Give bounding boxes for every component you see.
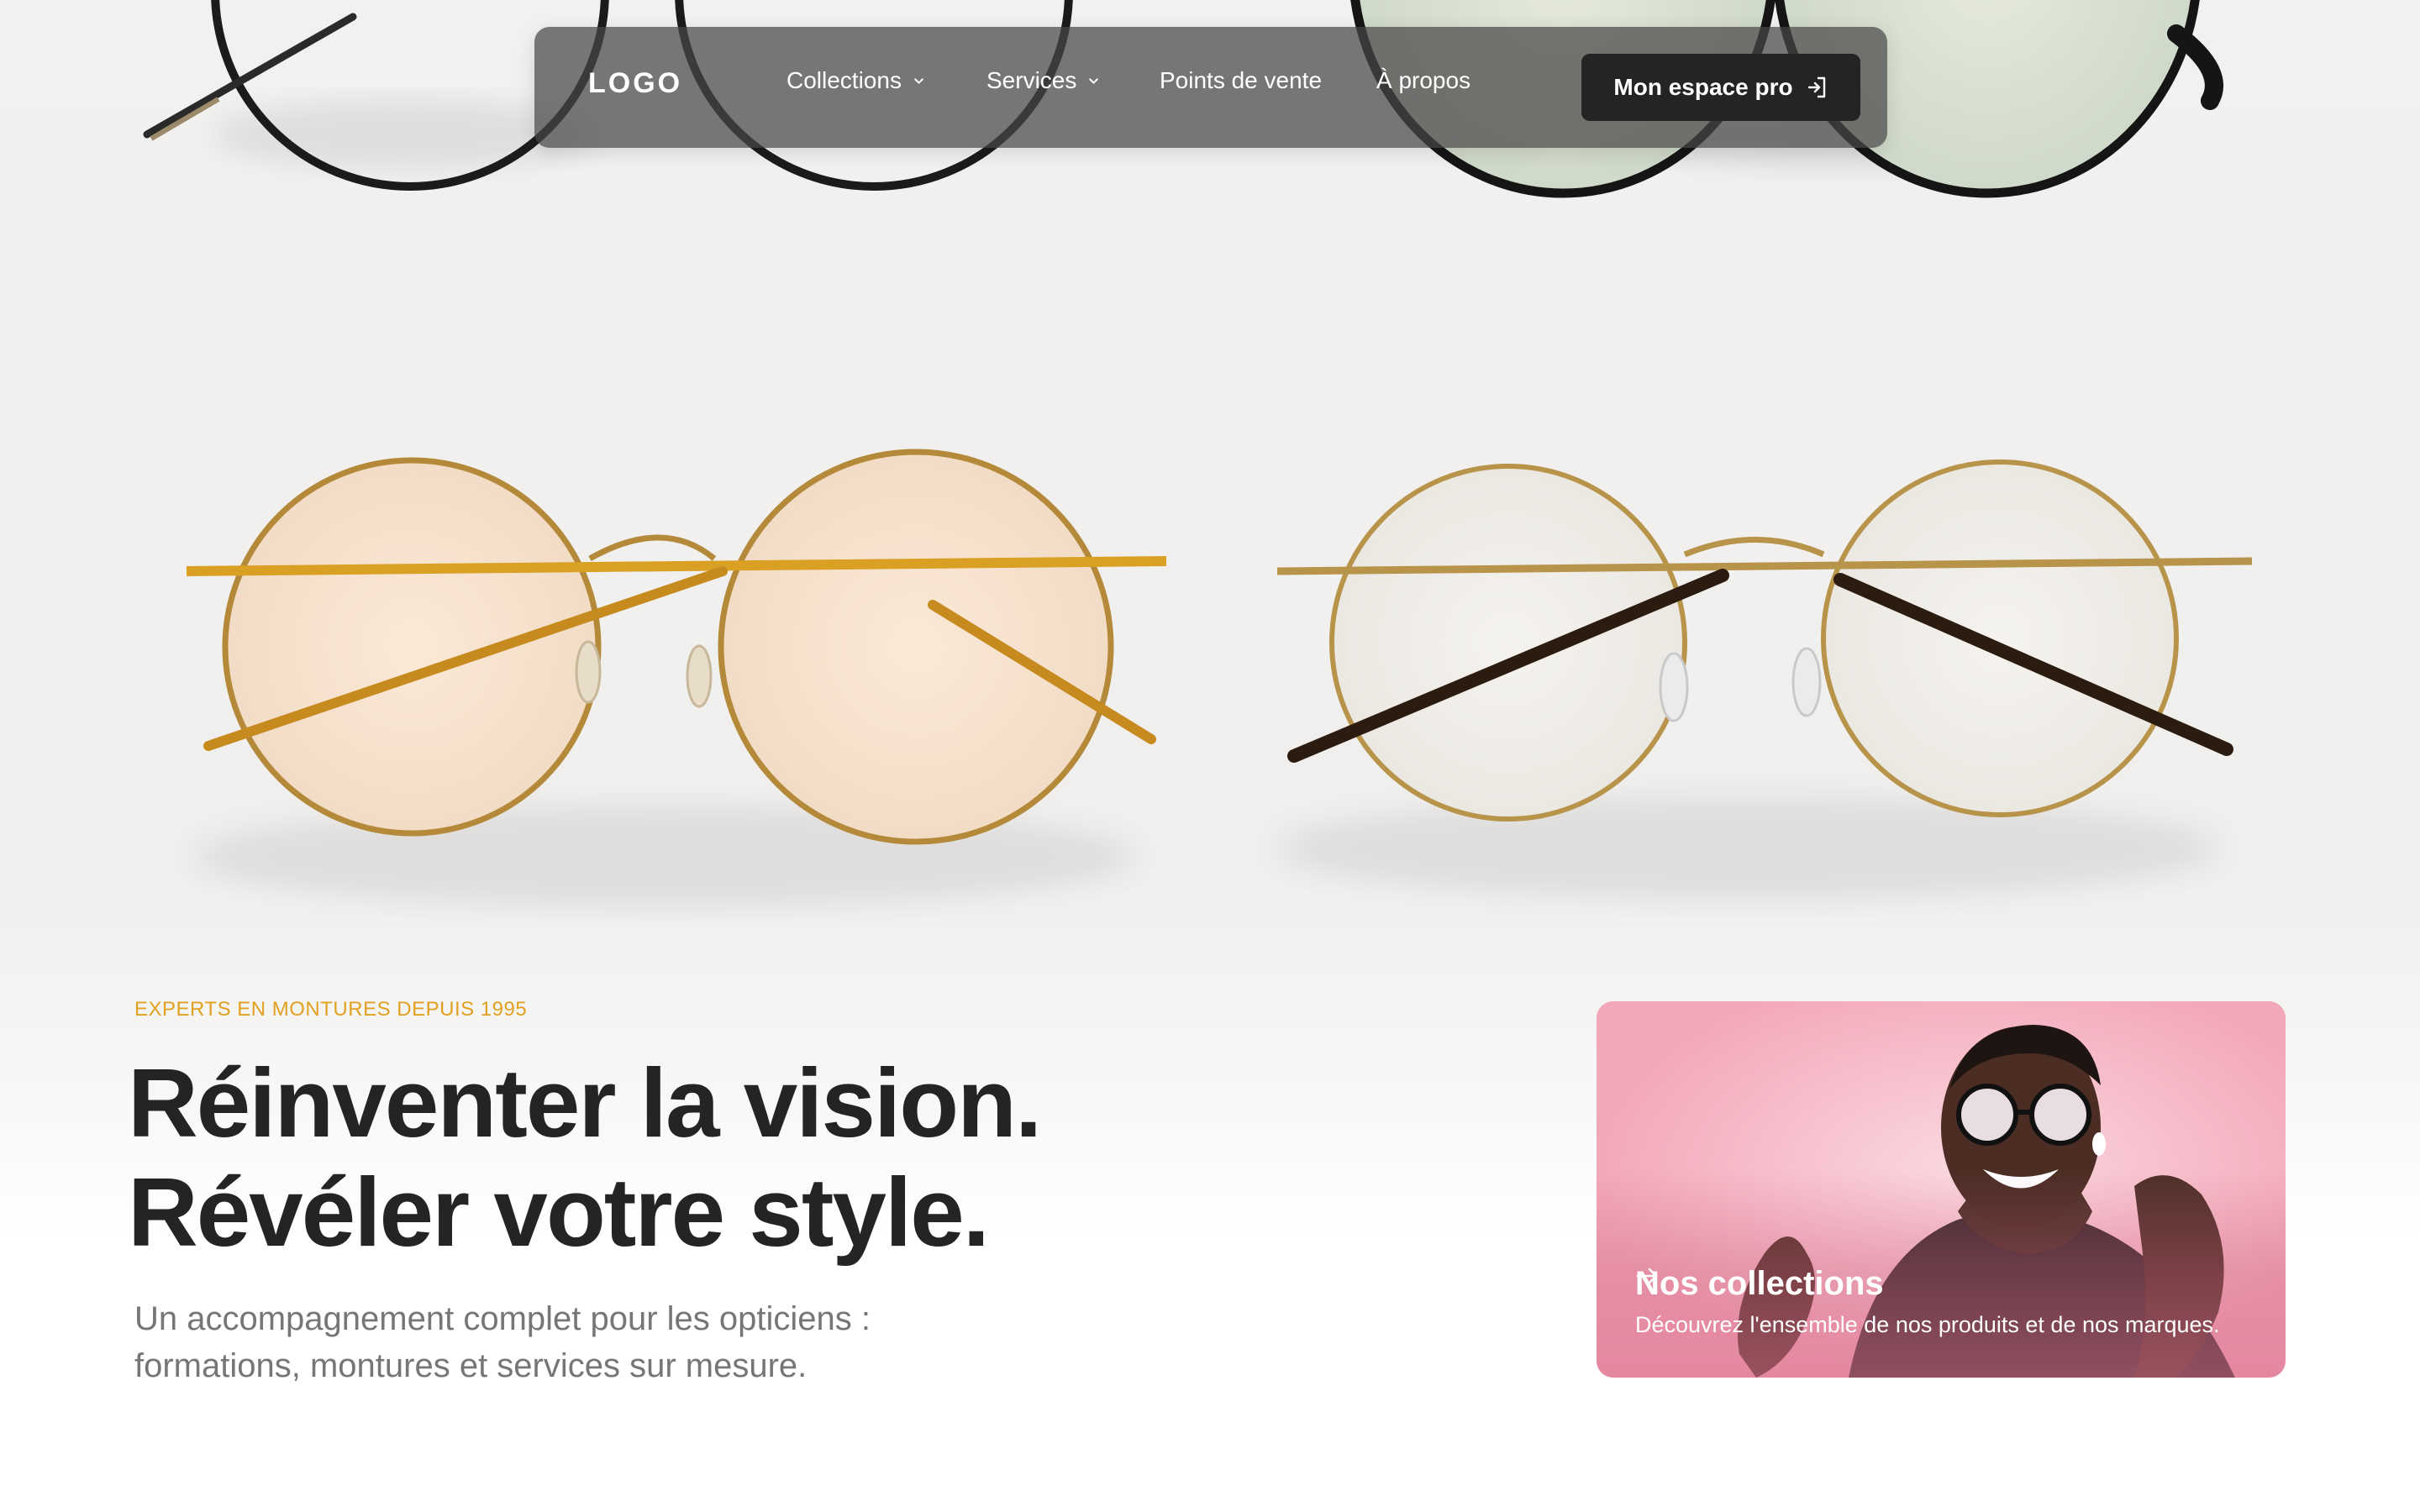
- nav-item-label: Services: [986, 67, 1077, 93]
- nav-item-a-propos[interactable]: À propos: [1376, 67, 1470, 94]
- gold-glasses-tortoise: [1276, 459, 2253, 899]
- chevron-down-icon: [914, 77, 923, 84]
- nav-item-points-de-vente[interactable]: Points de vente: [1160, 67, 1322, 94]
- nav-item-label: À propos: [1376, 67, 1471, 93]
- gold-glasses-warm: [186, 449, 1167, 907]
- main-navigation: LOGO Collections Services Points de vent…: [534, 27, 1887, 148]
- chevron-down-icon: [1089, 77, 1099, 84]
- pro-space-button-label: Mon espace pro: [1613, 74, 1793, 100]
- hero-subtitle-line2: formations, montures et services sur mes…: [134, 1347, 808, 1384]
- hero-subtitle: Un accompagnement complet pour les optic…: [134, 1295, 1059, 1389]
- login-icon: [1807, 76, 1825, 98]
- card-description: Découvrez l'ensemble de nos produits et …: [1635, 1312, 2220, 1337]
- hero-subtitle-line1: Un accompagnement complet pour les optic…: [134, 1300, 871, 1337]
- site-logo[interactable]: LOGO: [588, 67, 682, 100]
- pro-space-button[interactable]: Mon espace pro: [1581, 54, 1860, 121]
- nav-item-services[interactable]: Services: [986, 67, 1099, 94]
- arrow-right-icon: [1636, 1268, 1658, 1284]
- nav-item-collections[interactable]: Collections: [786, 67, 924, 94]
- card-title-label: Nos collections: [1635, 1265, 1884, 1302]
- nav-item-label: Collections: [786, 67, 902, 93]
- hero-headline-line1: Réinventer la vision.: [128, 1048, 1042, 1158]
- hero-headline-line2: Révéler votre style.: [128, 1158, 990, 1267]
- nav-item-label: Points de vente: [1160, 67, 1323, 93]
- hero-headline: Réinventer la vision. Révéler votre styl…: [128, 1048, 1042, 1267]
- collections-card[interactable]: Nos collections Découvrez l'ensemble de …: [1597, 1001, 2286, 1378]
- card-title[interactable]: Nos collections: [1635, 1265, 1884, 1303]
- hero-eyebrow: EXPERTS EN MONTURES DEPUIS 1995: [134, 998, 528, 1021]
